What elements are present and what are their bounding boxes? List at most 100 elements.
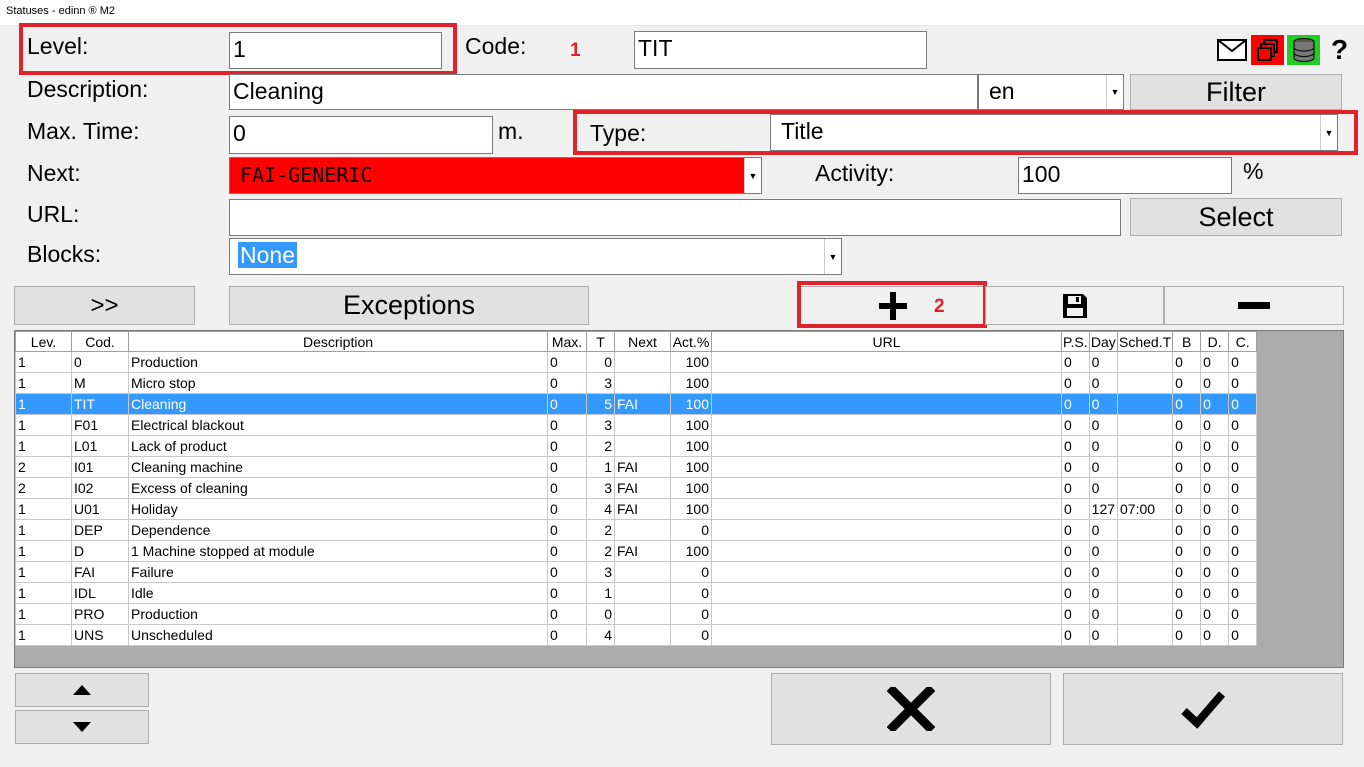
select-button[interactable]: Select xyxy=(1130,198,1342,236)
mail-icon[interactable] xyxy=(1215,35,1248,65)
table-row[interactable]: 1 IDL Idle 0 1 0 0 0 0 0 0 xyxy=(15,582,1258,604)
column-header[interactable]: D. xyxy=(1200,331,1230,352)
table-cell: 2 xyxy=(15,477,72,499)
table-cell: I02 xyxy=(71,477,129,499)
expand-button[interactable]: >> xyxy=(14,286,195,325)
windows-icon[interactable] xyxy=(1251,35,1284,65)
table-cell: 0 xyxy=(547,519,587,541)
table-row[interactable]: 2 I02 Excess of cleaning 0 3 FAI 100 0 0 0 0 0 xyxy=(15,477,1258,499)
level-input[interactable]: 1 xyxy=(229,32,442,69)
table-cell: Lack of product xyxy=(128,435,548,457)
table-cell: 0 xyxy=(1228,393,1258,415)
table-cell: 0 xyxy=(1088,435,1119,457)
table-cell: 0 xyxy=(1200,519,1230,541)
table-cell xyxy=(711,393,1062,415)
table-cell xyxy=(614,414,671,436)
table-cell: 2 xyxy=(15,456,72,478)
table-row[interactable]: 1 0 Production 0 0 100 0 0 0 0 0 xyxy=(15,351,1258,373)
statuses-table[interactable]: Lev. Cod. Description Max. T Next Act.% URL P.S.… xyxy=(14,330,1344,668)
table-cell: 0 xyxy=(1228,477,1258,499)
url-label: URL: xyxy=(27,201,80,227)
table-cell xyxy=(711,624,1062,646)
column-header[interactable]: Next xyxy=(614,331,671,352)
cancel-button[interactable] xyxy=(771,673,1051,745)
table-cell: 0 xyxy=(670,519,712,541)
table-cell: 0 xyxy=(1088,393,1119,415)
next-select[interactable]: FAI-GENERIC ▼ xyxy=(229,157,762,194)
column-header[interactable]: T xyxy=(586,331,615,352)
table-row[interactable]: 1 DEP Dependence 0 2 0 0 0 0 0 0 xyxy=(15,519,1258,541)
table-cell: Dependence xyxy=(128,519,548,541)
table-row[interactable]: 1 L01 Lack of product 0 2 100 0 0 0 0 0 xyxy=(15,435,1258,457)
exceptions-button[interactable]: Exceptions xyxy=(229,286,589,325)
max-time-input[interactable]: 0 xyxy=(229,116,493,154)
table-cell: 0 xyxy=(1200,498,1230,520)
help-icon[interactable]: ? xyxy=(1323,34,1356,65)
accept-button[interactable] xyxy=(1063,673,1343,745)
table-cell: FAI xyxy=(614,498,671,520)
url-input[interactable] xyxy=(229,199,1121,236)
table-cell: 0 xyxy=(1088,519,1119,541)
database-icon[interactable] xyxy=(1287,35,1320,65)
column-header[interactable]: Max. xyxy=(547,331,587,352)
table-row[interactable]: 1 FAI Failure 0 3 0 0 0 0 0 0 xyxy=(15,561,1258,583)
table-cell: 1 xyxy=(15,603,72,625)
code-input[interactable]: TIT xyxy=(634,31,927,69)
table-row[interactable]: 2 I01 Cleaning machine 0 1 FAI 100 0 0 0 0 0 xyxy=(15,456,1258,478)
table-cell: Production xyxy=(128,603,548,625)
table-row[interactable]: 1 UNS Unscheduled 0 4 0 0 0 0 0 0 xyxy=(15,624,1258,646)
column-header[interactable]: Act.% xyxy=(670,331,712,352)
column-header[interactable]: Day xyxy=(1088,331,1119,352)
table-row[interactable]: 1 TIT Cleaning 0 5 FAI 100 0 0 0 0 0 xyxy=(15,393,1258,415)
table-cell: 0 xyxy=(547,582,587,604)
table-cell: 0 xyxy=(1061,561,1090,583)
filter-button[interactable]: Filter xyxy=(1130,74,1342,110)
table-cell: 1 xyxy=(15,582,72,604)
table-cell xyxy=(711,351,1062,373)
column-header[interactable]: Cod. xyxy=(71,331,129,352)
save-button[interactable] xyxy=(985,286,1164,325)
table-cell: 0 xyxy=(1200,624,1230,646)
column-header[interactable]: B xyxy=(1172,331,1202,352)
column-header[interactable]: P.S. xyxy=(1061,331,1090,352)
activity-input[interactable]: 100 xyxy=(1018,157,1232,194)
table-cell xyxy=(614,603,671,625)
table-cell: 100 xyxy=(670,477,712,499)
column-header[interactable]: Lev. xyxy=(15,331,72,352)
table-cell: 0 xyxy=(1061,540,1090,562)
remove-button[interactable] xyxy=(1164,286,1344,325)
table-cell: 0 xyxy=(1172,393,1202,415)
column-header[interactable]: Sched.T xyxy=(1117,331,1174,352)
table-cell xyxy=(1117,519,1174,541)
table-cell xyxy=(1117,351,1174,373)
table-row[interactable]: 1 F01 Electrical blackout 0 3 100 0 0 0 0 0 xyxy=(15,414,1258,436)
move-up-button[interactable] xyxy=(15,673,149,707)
table-cell: 0 xyxy=(1172,477,1202,499)
table-cell: Idle xyxy=(128,582,548,604)
move-down-button[interactable] xyxy=(15,710,149,744)
table-cell xyxy=(614,519,671,541)
column-header[interactable]: C. xyxy=(1228,331,1258,352)
blocks-select[interactable]: None ▼ xyxy=(229,238,842,275)
table-cell: 3 xyxy=(586,561,615,583)
table-cell: 0 xyxy=(1228,561,1258,583)
description-input[interactable]: Cleaning xyxy=(229,74,978,110)
table-cell: Cleaning machine xyxy=(128,456,548,478)
add-button[interactable] xyxy=(800,286,985,325)
table-cell: 0 xyxy=(1061,603,1090,625)
table-cell: 0 xyxy=(547,456,587,478)
table-row[interactable]: 1 M Micro stop 0 3 100 0 0 0 0 0 xyxy=(15,372,1258,394)
language-select[interactable]: en ▼ xyxy=(978,74,1124,110)
table-cell: 0 xyxy=(1200,561,1230,583)
table-cell: 0 xyxy=(1061,624,1090,646)
table-row[interactable]: 1 PRO Production 0 0 0 0 0 0 0 0 xyxy=(15,603,1258,625)
type-select[interactable]: Title ▼ xyxy=(770,114,1338,151)
column-header[interactable]: Description xyxy=(128,331,548,352)
table-cell: 127 xyxy=(1088,498,1119,520)
minus-icon xyxy=(1238,301,1270,309)
table-cell: 0 xyxy=(586,603,615,625)
table-row[interactable]: 1D1 Machine stopped at module 0 2 FAI 100 0 0 0… xyxy=(15,540,1258,562)
table-row[interactable]: 1 U01 Holiday 0 4 FAI 100 0 127 07:00 0 0 0 xyxy=(15,498,1258,520)
column-header[interactable]: URL xyxy=(711,331,1062,352)
table-cell: 0 xyxy=(1172,351,1202,373)
